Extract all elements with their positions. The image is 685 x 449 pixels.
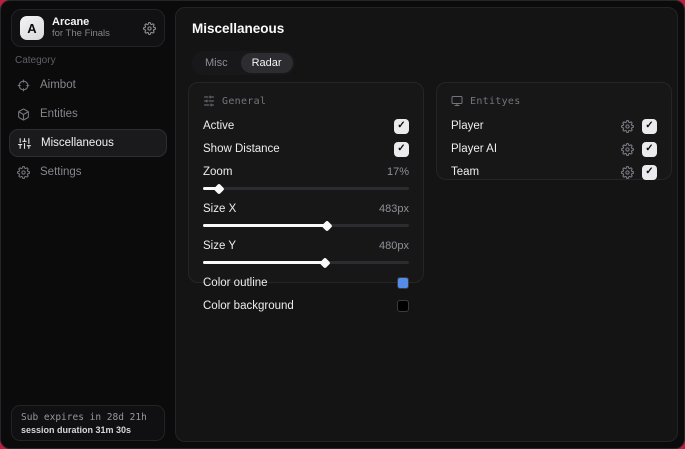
- main-panel: Miscellaneous Misc Radar General Active …: [175, 7, 678, 442]
- sidebar-item-label: Miscellaneous: [41, 137, 114, 149]
- color-row-background: Color background: [203, 296, 409, 316]
- row-label: Player: [451, 120, 484, 132]
- sidebar-nav: Aimbot Entities Miscellaneous Settings: [9, 71, 167, 186]
- general-card-title: General: [222, 95, 267, 107]
- row-label: Color outline: [203, 277, 268, 289]
- player-ai-checkbox[interactable]: ✓: [642, 141, 657, 157]
- entities-card: Entityes Player ✓ Player AI ✓ Team ✓: [436, 82, 672, 180]
- slider-row-size-x: Size X 483px: [203, 199, 409, 219]
- sidebar-item-label: Settings: [40, 166, 82, 178]
- slider-thumb[interactable]: [213, 182, 226, 195]
- general-card-header: General: [203, 95, 409, 107]
- crosshair-icon: [17, 79, 30, 92]
- entities-card-header: Entityes: [451, 95, 657, 107]
- gear-icon[interactable]: [621, 142, 634, 156]
- sidebar-item-settings[interactable]: Settings: [9, 158, 167, 186]
- entity-row-team: Team ✓: [451, 162, 657, 182]
- color-background-swatch[interactable]: [397, 300, 409, 312]
- zoom-slider[interactable]: [203, 182, 409, 195]
- check-icon: ✓: [645, 120, 654, 131]
- row-label: Color background: [203, 300, 294, 312]
- category-label: Category: [15, 55, 56, 66]
- row-label: Zoom: [203, 166, 233, 178]
- gear-icon: [17, 165, 30, 179]
- entity-row-player-ai: Player AI ✓: [451, 139, 657, 159]
- entities-card-title: Entityes: [470, 95, 521, 107]
- active-checkbox[interactable]: ✓: [394, 118, 409, 134]
- sidebar-item-miscellaneous[interactable]: Miscellaneous: [9, 129, 167, 157]
- size-y-value: 480px: [379, 240, 409, 252]
- zoom-value: 17%: [386, 166, 409, 178]
- session-duration-text: session duration 31m 30s: [21, 424, 132, 435]
- slider-thumb[interactable]: [320, 219, 333, 232]
- player-checkbox[interactable]: ✓: [642, 118, 657, 134]
- check-icon: ✓: [645, 166, 654, 177]
- monitor-icon: [451, 95, 463, 107]
- general-card: General Active ✓ Show Distance ✓ Zoom 17…: [188, 82, 424, 312]
- tabbar: Misc Radar: [192, 51, 295, 75]
- sidebar-item-entities[interactable]: Entities: [9, 100, 167, 128]
- sidebar: A Arcane for The Finals Category Aimbot: [1, 1, 175, 448]
- slider-row-zoom: Zoom 17%: [203, 162, 409, 182]
- sidebar-item-aimbot[interactable]: Aimbot: [9, 71, 167, 99]
- brand-card: A Arcane for The Finals: [11, 9, 165, 47]
- sliders-icon: [18, 137, 31, 150]
- app-window: A Arcane for The Finals Category Aimbot: [0, 0, 685, 449]
- app-subtitle: for The Finals: [52, 27, 110, 39]
- row-label: Team: [451, 166, 480, 178]
- slider-fill: [203, 224, 327, 227]
- gear-icon[interactable]: [621, 119, 634, 133]
- color-outline-swatch[interactable]: [397, 277, 409, 289]
- check-icon: ✓: [397, 120, 406, 131]
- row-label: Size X: [203, 203, 237, 215]
- sub-expires-text: Sub expires in 28d 21h: [21, 411, 147, 423]
- size-x-value: 483px: [379, 203, 409, 215]
- tab-radar[interactable]: Radar: [240, 53, 293, 73]
- team-checkbox[interactable]: ✓: [642, 164, 657, 180]
- check-icon: ✓: [645, 143, 654, 154]
- gear-icon[interactable]: [143, 21, 156, 35]
- brand-text: Arcane for The Finals: [52, 16, 135, 40]
- show-distance-checkbox[interactable]: ✓: [394, 141, 409, 157]
- size-y-slider[interactable]: [203, 256, 409, 269]
- row-label: Size Y: [203, 240, 237, 252]
- check-icon: ✓: [397, 143, 406, 154]
- sidebar-item-label: Aimbot: [40, 79, 76, 91]
- cube-icon: [17, 108, 30, 121]
- tab-misc[interactable]: Misc: [194, 53, 239, 73]
- toggle-row-show-distance: Show Distance ✓: [203, 139, 409, 159]
- row-label: Player AI: [451, 143, 498, 155]
- row-label: Show Distance: [203, 143, 280, 155]
- gear-icon[interactable]: [621, 165, 634, 179]
- sliders-horizontal-icon: [203, 95, 215, 107]
- subscription-info-card: Sub expires in 28d 21h session duration …: [11, 405, 165, 441]
- slider-row-size-y: Size Y 480px: [203, 236, 409, 256]
- entity-row-player: Player ✓: [451, 116, 657, 136]
- slider-thumb[interactable]: [318, 256, 331, 269]
- color-row-outline: Color outline: [203, 273, 409, 293]
- slider-fill: [203, 261, 325, 264]
- page-title: Miscellaneous: [192, 21, 285, 36]
- toggle-row-active: Active ✓: [203, 116, 409, 136]
- size-x-slider[interactable]: [203, 219, 409, 232]
- app-logo: A: [20, 16, 44, 40]
- app-name: Arcane: [52, 16, 90, 29]
- sidebar-item-label: Entities: [40, 108, 78, 120]
- row-label: Active: [203, 120, 235, 132]
